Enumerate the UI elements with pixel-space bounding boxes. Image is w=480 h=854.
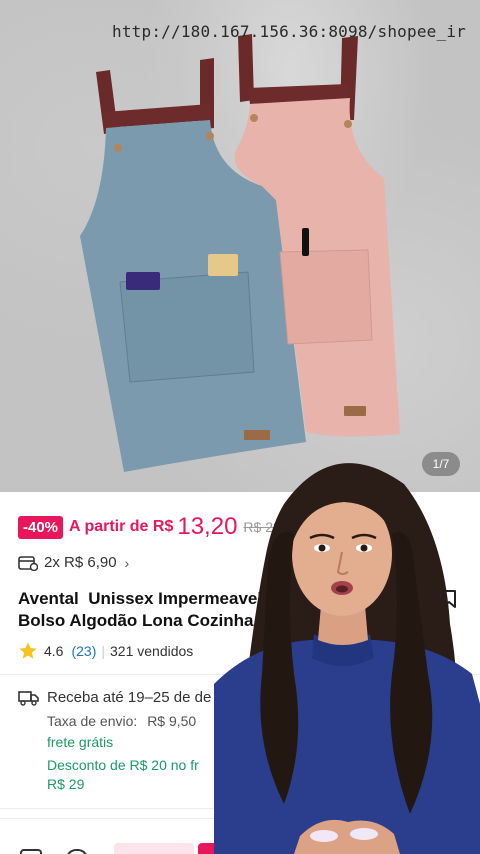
apron-photo: [80, 34, 400, 472]
shipping-discount: Desconto de R$ 20 no fr: [47, 757, 199, 773]
truck-icon: [18, 691, 39, 706]
delivery-estimate[interactable]: Receba até 19–25 de de: [47, 689, 211, 706]
presenter-video-overlay: [214, 444, 480, 854]
installments-text: 2x R$ 6,90: [44, 554, 117, 571]
shipping-fee: Taxa de envio: R$ 9,50: [47, 713, 196, 729]
calendar-icon: [18, 555, 38, 571]
shipping-min-value: R$ 29: [47, 776, 85, 792]
product-image[interactable]: http://180.167.156.36:8098/shopee_ir 1/7: [0, 0, 480, 492]
rating-score: 4.6: [44, 643, 64, 659]
star-icon: [19, 642, 37, 659]
rating-separator: |: [101, 643, 106, 659]
chevron-right-icon: ›: [124, 554, 130, 571]
rating-count[interactable]: (23): [71, 643, 96, 659]
store-icon[interactable]: [20, 849, 42, 854]
shipping-fee-label: Taxa de envio:: [47, 713, 138, 729]
chat-icon[interactable]: [66, 849, 88, 854]
rating-row[interactable]: 4.6 (23) | 321 vendidos: [18, 641, 193, 661]
shipping-fee-value: R$ 9,50: [147, 713, 197, 729]
discount-badge: -40%: [18, 515, 64, 539]
installments-row[interactable]: 2x R$ 6,90 ›: [18, 554, 129, 571]
price-prefix: A partir de R$: [69, 518, 174, 535]
url-overlay: http://180.167.156.36:8098/shopee_ir: [112, 22, 466, 41]
add-to-cart-button[interactable]: [114, 843, 194, 854]
presenter-image: [214, 463, 480, 854]
free-shipping-label: frete grátis: [47, 734, 114, 750]
sold-count: 321 vendidos: [110, 643, 194, 659]
